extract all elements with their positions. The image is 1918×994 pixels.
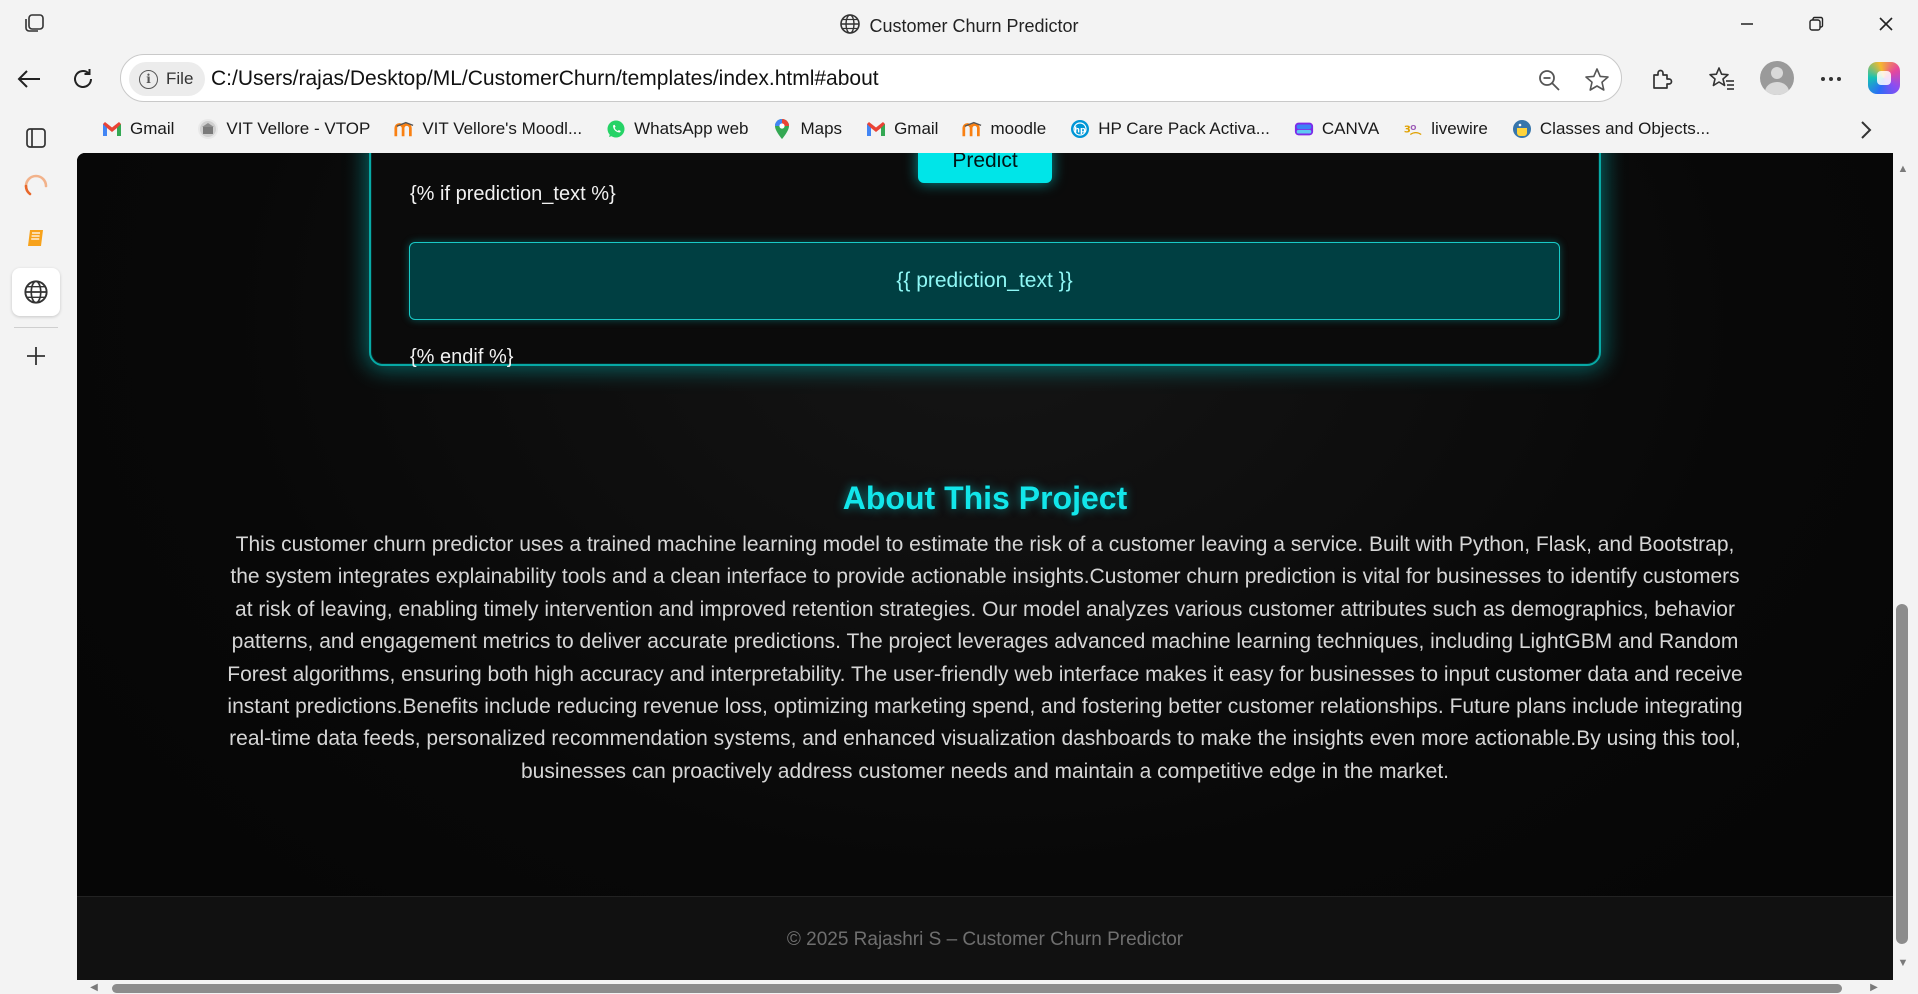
whatsapp-icon xyxy=(606,119,626,139)
bookmark-label: CANVA xyxy=(1321,119,1380,138)
bookmark-vit-moodle[interactable]: VIT Vellore's Moodl... xyxy=(382,108,594,150)
scroll-right-arrow-icon[interactable]: ▶ xyxy=(1866,980,1882,994)
more-menu-icon[interactable] xyxy=(1814,62,1848,96)
profile-avatar[interactable] xyxy=(1760,61,1794,95)
bookmark-hp-care-pack[interactable]: hp HP Care Pack Activa... xyxy=(1058,108,1282,150)
vertical-scroll-thumb[interactable] xyxy=(1896,604,1908,944)
svg-text:hp: hp xyxy=(1075,126,1087,135)
bookmark-label: HP Care Pack Activa... xyxy=(1098,119,1270,138)
globe-icon xyxy=(839,13,861,40)
bookmark-label: VIT Vellore's Moodl... xyxy=(422,119,583,138)
notebook-tab-icon[interactable] xyxy=(12,214,60,262)
bookmark-label: VIT Vellore - VTOP xyxy=(226,119,371,138)
rail-divider xyxy=(14,327,58,328)
current-tab-globe-icon[interactable] xyxy=(12,268,60,316)
horizontal-scroll-thumb[interactable] xyxy=(112,984,1842,993)
info-icon: i xyxy=(139,69,158,89)
page-viewport: Predict {% if prediction_text %} {{ pred… xyxy=(77,153,1893,980)
window-title-text: Customer Churn Predictor xyxy=(869,16,1079,36)
bookmark-canva[interactable]: CANVA xyxy=(1282,108,1391,150)
sidebar-rail xyxy=(0,108,72,994)
bookmark-label: Maps xyxy=(800,119,843,138)
python-icon xyxy=(1512,119,1532,139)
new-tab-plus-icon[interactable] xyxy=(12,332,60,380)
livewire-icon: 3O xyxy=(1403,119,1423,139)
bookmark-vtop[interactable]: VIT Vellore - VTOP xyxy=(186,108,382,150)
canva-icon xyxy=(1294,119,1314,139)
about-heading: About This Project xyxy=(842,480,1128,516)
copilot-icon[interactable] xyxy=(1868,62,1900,94)
bookmark-livewire[interactable]: 3O livewire xyxy=(1391,108,1500,150)
bookmark-label: moodle xyxy=(990,119,1047,138)
site-info-chip[interactable]: i File xyxy=(129,62,206,96)
zoom-icon[interactable] xyxy=(1536,67,1562,93)
refresh-button[interactable] xyxy=(66,62,100,96)
title-bar: Customer Churn Predictor xyxy=(0,0,1918,48)
scroll-up-arrow-icon[interactable]: ▲ xyxy=(1893,161,1913,177)
bookmark-label: livewire xyxy=(1431,119,1488,138)
prediction-result-box: {{ prediction_text }} xyxy=(409,242,1560,320)
loading-tab-icon[interactable] xyxy=(12,162,60,210)
bookmark-label: Classes and Objects... xyxy=(1539,119,1710,138)
bookmark-gmail[interactable]: Gmail xyxy=(90,108,186,150)
restore-button[interactable] xyxy=(1792,8,1840,40)
bookmark-moodle[interactable]: moodle xyxy=(950,108,1058,150)
bookmark-gmail-2[interactable]: Gmail xyxy=(854,108,950,150)
bookmarks-more-chevron-icon[interactable] xyxy=(1852,116,1880,144)
maps-icon xyxy=(772,119,792,139)
address-bar[interactable]: i File C:/Users/rajas/Desktop/ML/Custome… xyxy=(120,54,1622,102)
bookmark-label: Gmail xyxy=(130,119,175,138)
window-title: Customer Churn Predictor xyxy=(0,13,1918,40)
bookmark-whatsapp[interactable]: WhatsApp web xyxy=(594,108,760,150)
bookmark-maps[interactable]: Maps xyxy=(760,108,854,150)
page-footer: © 2025 Rajashri S – Customer Churn Predi… xyxy=(77,896,1893,980)
scheme-label: File xyxy=(166,69,194,88)
hp-icon: hp xyxy=(1070,119,1090,139)
close-window-button[interactable] xyxy=(1862,8,1910,40)
favorite-star-icon[interactable] xyxy=(1584,67,1610,93)
back-button[interactable] xyxy=(12,62,46,96)
moodle-icon xyxy=(962,119,982,139)
bookmark-label: WhatsApp web xyxy=(634,119,749,138)
favorites-icon[interactable] xyxy=(1705,62,1739,96)
template-endif-text: {% endif %} xyxy=(410,346,514,368)
moodle-icon xyxy=(394,119,414,139)
footer-copyright: © 2025 Rajashri S – Customer Churn Predi… xyxy=(786,929,1184,950)
gmail-icon xyxy=(102,119,122,139)
tab-sidebar-toggle-icon[interactable] xyxy=(12,114,60,162)
navigation-bar: i File C:/Users/rajas/Desktop/ML/Custome… xyxy=(0,48,1918,108)
scroll-down-arrow-icon[interactable]: ▼ xyxy=(1893,955,1913,971)
scroll-left-arrow-icon[interactable]: ◀ xyxy=(86,980,102,994)
vtop-icon xyxy=(198,119,219,139)
about-paragraph: This customer churn predictor uses a tra… xyxy=(227,533,1743,783)
url-text[interactable]: C:/Users/rajas/Desktop/ML/CustomerChurn/… xyxy=(211,67,879,91)
template-if-text: {% if prediction_text %} xyxy=(410,183,616,205)
bookmarks-bar: Gmail VIT Vellore - VTOP VIT Vellore's M… xyxy=(90,108,1722,150)
predict-button[interactable]: Predict xyxy=(918,153,1052,183)
svg-text:O: O xyxy=(1410,123,1416,132)
extensions-icon[interactable] xyxy=(1645,62,1679,96)
minimize-button[interactable] xyxy=(1723,8,1771,40)
bookmark-label: Gmail xyxy=(894,119,939,138)
gmail-icon xyxy=(866,119,886,139)
bookmark-classes-objects[interactable]: Classes and Objects... xyxy=(1500,108,1722,150)
